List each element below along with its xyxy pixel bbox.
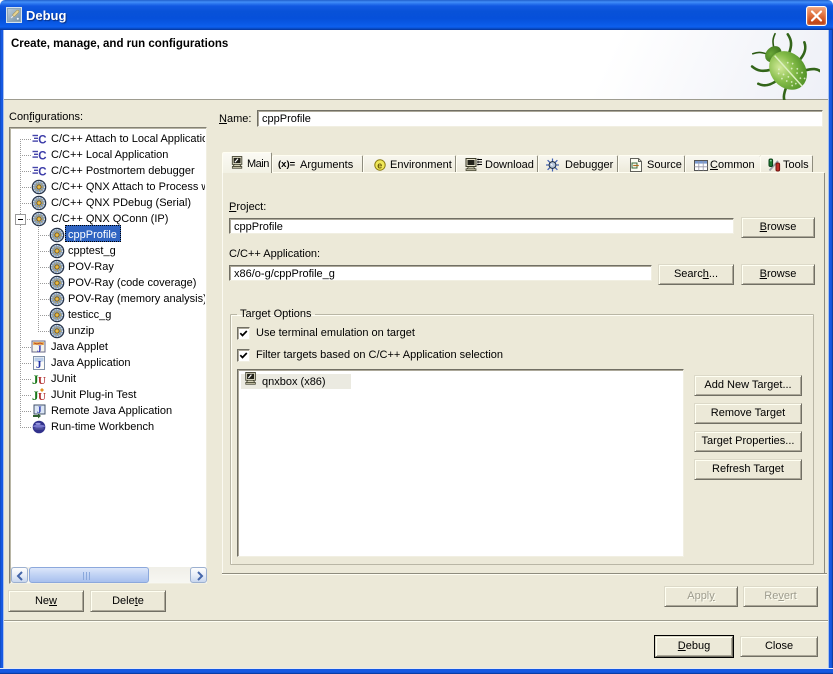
svg-text:J: J	[36, 359, 42, 371]
svg-text:J: J	[37, 344, 42, 354]
svg-text:C: C	[38, 167, 46, 179]
svg-text:U: U	[38, 375, 46, 387]
svg-text:J: J	[37, 405, 42, 415]
svg-text:U: U	[38, 391, 46, 403]
svg-text:C: C	[38, 135, 46, 147]
svg-text:e: e	[377, 161, 382, 171]
svg-text:C: C	[38, 151, 46, 163]
